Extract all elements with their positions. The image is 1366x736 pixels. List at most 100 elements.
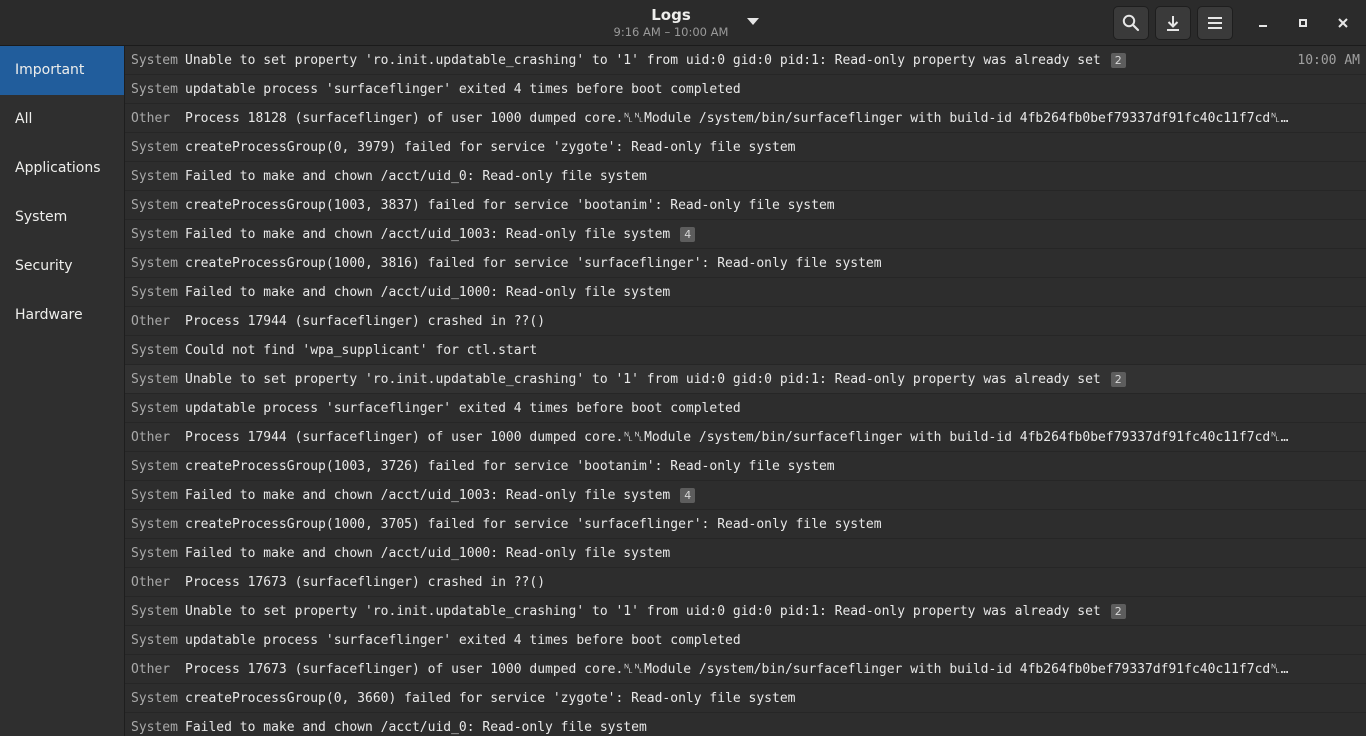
header-bar: Logs 9:16 AM – 10:00 AM (0, 0, 1366, 46)
log-row[interactable]: System createProcessGroup(0, 3979) failed… (125, 133, 1366, 162)
log-category: System (131, 371, 178, 387)
log-category: Other (131, 661, 171, 677)
log-message: createProcessGroup(0, 3660) failed for s… (185, 690, 796, 706)
log-row[interactable]: Other Process 17673 (surfaceflinger) of u… (125, 655, 1366, 684)
log-row[interactable]: System createProcessGroup(0, 3660) failed… (125, 684, 1366, 713)
hamburger-menu-icon (1208, 17, 1222, 29)
repeat-count-badge: 4 (680, 226, 696, 242)
log-category: Other (131, 110, 171, 126)
export-button[interactable] (1155, 6, 1191, 40)
log-timestamp: 10:00 AM (1297, 52, 1360, 68)
repeat-count-badge: 2 (1110, 371, 1126, 387)
log-row[interactable]: System createProcessGroup(1000, 3816) fai… (125, 249, 1366, 278)
log-message: Failed to make and chown /acct/uid_0: Re… (185, 719, 647, 735)
log-message: createProcessGroup(1003, 3837) failed fo… (185, 197, 835, 213)
log-row[interactable]: System updatable process 'surfaceflinger'… (125, 394, 1366, 423)
log-message: updatable process 'surfaceflinger' exite… (185, 632, 741, 648)
chevron-down-icon[interactable] (747, 18, 759, 25)
log-row[interactable]: Other Process 17673 (surfaceflinger) cras… (125, 568, 1366, 597)
log-row[interactable]: System Failed to make and chown /acct/uid… (125, 481, 1366, 510)
log-row[interactable]: System createProcessGroup(1000, 3705) fai… (125, 510, 1366, 539)
log-row[interactable]: System Failed to make and chown /acct/uid… (125, 539, 1366, 568)
log-row[interactable]: System Unable to set property 'ro.init.up… (125, 46, 1366, 75)
log-row[interactable]: Other Process 18128 (surfaceflinger) of u… (125, 104, 1366, 133)
log-category: System (131, 487, 178, 503)
log-message: createProcessGroup(1003, 3726) failed fo… (185, 458, 835, 474)
log-row[interactable]: System Could not find 'wpa_supplicant' fo… (125, 336, 1366, 365)
log-category: Other (131, 429, 171, 445)
log-category: System (131, 255, 178, 271)
log-message: Unable to set property 'ro.init.updatabl… (185, 371, 1101, 387)
log-category: System (131, 139, 178, 155)
sidebar-item-all[interactable]: All (0, 95, 124, 144)
log-category: System (131, 342, 178, 358)
download-icon (1167, 16, 1179, 31)
log-category: System (131, 603, 178, 619)
log-message: Unable to set property 'ro.init.updatabl… (185, 52, 1101, 68)
log-category: Other (131, 313, 171, 329)
search-icon (1122, 14, 1140, 32)
log-category: Other (131, 574, 171, 590)
repeat-count-badge: 2 (1110, 603, 1126, 619)
log-message: Failed to make and chown /acct/uid_1000:… (185, 545, 671, 561)
log-message: updatable process 'surfaceflinger' exite… (185, 81, 741, 97)
log-message: Failed to make and chown /acct/uid_1000:… (185, 284, 671, 300)
log-row[interactable]: System createProcessGroup(1003, 3726) fai… (125, 452, 1366, 481)
log-row[interactable]: System Failed to make and chown /acct/uid… (125, 220, 1366, 249)
main-menu-button[interactable] (1197, 6, 1233, 40)
sidebar-item-security[interactable]: Security (0, 242, 124, 291)
log-category: System (131, 400, 178, 416)
log-message: Unable to set property 'ro.init.updatabl… (185, 603, 1101, 619)
log-row[interactable]: Other Process 17944 (surfaceflinger) cras… (125, 307, 1366, 336)
log-category: System (131, 458, 178, 474)
log-category: System (131, 632, 178, 648)
log-list[interactable]: System Unable to set property 'ro.init.up… (125, 46, 1366, 736)
log-message: Failed to make and chown /acct/uid_1003:… (185, 226, 671, 242)
sidebar-item-hardware[interactable]: Hardware (0, 291, 124, 340)
log-message: Failed to make and chown /acct/uid_0: Re… (185, 168, 647, 184)
log-message: createProcessGroup(1000, 3816) failed fo… (185, 255, 882, 271)
close-icon (1338, 18, 1348, 28)
log-category: System (131, 226, 178, 242)
sidebar-item-applications[interactable]: Applications (0, 144, 124, 193)
sidebar-item-system[interactable]: System (0, 193, 124, 242)
log-row[interactable]: System updatable process 'surfaceflinger'… (125, 626, 1366, 655)
log-category: System (131, 52, 178, 68)
log-message: createProcessGroup(1000, 3705) failed fo… (185, 516, 882, 532)
log-row[interactable]: System Unable to set property 'ro.init.up… (125, 365, 1366, 394)
log-message: Process 17944 (surfaceflinger) of user 1… (185, 429, 1289, 445)
log-row[interactable]: System updatable process 'surfaceflinger'… (125, 75, 1366, 104)
log-category: System (131, 81, 178, 97)
maximize-icon (1299, 19, 1307, 27)
minimize-icon (1259, 25, 1267, 27)
search-button[interactable] (1113, 6, 1149, 40)
log-row[interactable]: Other Process 17944 (surfaceflinger) of u… (125, 423, 1366, 452)
log-category: System (131, 690, 178, 706)
log-row[interactable]: System Unable to set property 'ro.init.up… (125, 597, 1366, 626)
category-sidebar: Important All Applications System Security Ha… (0, 46, 125, 736)
log-category: System (131, 545, 178, 561)
log-row[interactable]: System createProcessGroup(1003, 3837) fai… (125, 191, 1366, 220)
sidebar-item-important[interactable]: Important (0, 46, 124, 95)
log-category: System (131, 284, 178, 300)
log-message: updatable process 'surfaceflinger' exite… (185, 400, 741, 416)
maximize-button[interactable] (1291, 11, 1315, 35)
log-message: createProcessGroup(0, 3979) failed for s… (185, 139, 796, 155)
log-message: Could not find 'wpa_supplicant' for ctl.… (185, 342, 538, 358)
log-message: Process 17673 (surfaceflinger) of user 1… (185, 661, 1289, 677)
log-row[interactable]: System Failed to make and chown /acct/uid… (125, 162, 1366, 191)
log-category: System (131, 719, 178, 735)
log-row[interactable]: System Failed to make and chown /acct/uid… (125, 713, 1366, 736)
log-message: Process 17944 (surfaceflinger) crashed i… (185, 313, 546, 329)
time-range-subtitle: 9:16 AM – 10:00 AM (613, 25, 729, 39)
close-button[interactable] (1331, 11, 1355, 35)
log-category: System (131, 197, 178, 213)
repeat-count-badge: 4 (680, 487, 696, 503)
log-row[interactable]: System Failed to make and chown /acct/uid… (125, 278, 1366, 307)
log-category: System (131, 168, 178, 184)
minimize-button[interactable] (1251, 11, 1275, 35)
log-message: Process 18128 (surfaceflinger) of user 1… (185, 110, 1289, 126)
repeat-count-badge: 2 (1110, 52, 1126, 68)
log-message: Failed to make and chown /acct/uid_1003:… (185, 487, 671, 503)
log-message: Process 17673 (surfaceflinger) crashed i… (185, 574, 546, 590)
